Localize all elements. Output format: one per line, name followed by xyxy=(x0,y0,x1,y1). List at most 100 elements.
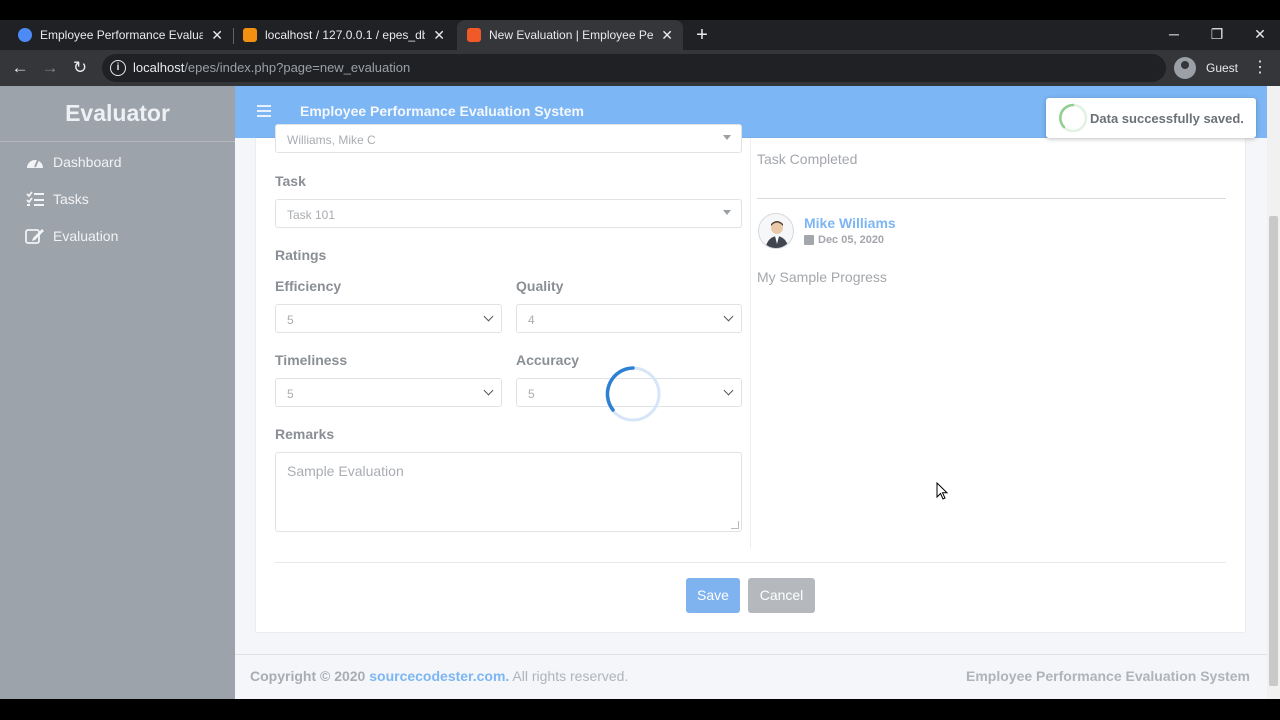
timeliness-value: 5 xyxy=(287,387,294,401)
close-icon[interactable]: ✕ xyxy=(433,27,445,44)
page-scrollbar[interactable] xyxy=(1267,86,1280,699)
tachometer-icon xyxy=(25,152,45,172)
footer-system-name: Employee Performance Evaluation System xyxy=(966,668,1250,684)
edit-icon xyxy=(25,226,45,246)
restore-icon[interactable]: ❐ xyxy=(1197,20,1237,50)
sidebar-item-tasks[interactable]: Tasks xyxy=(25,187,89,211)
browser-window: Employee Performance Evaluation ✕ localh… xyxy=(0,0,1280,720)
toast-message: Data successfully saved. xyxy=(1090,111,1244,126)
page-viewport: Evaluator Dashboard Tasks Evaluation Emp… xyxy=(0,86,1280,699)
back-arrow-icon[interactable]: ← xyxy=(8,56,32,80)
tab-title: Employee Performance Evaluation xyxy=(40,28,204,42)
forward-arrow-icon[interactable]: → xyxy=(38,56,62,80)
progress-text: My Sample Progress xyxy=(757,269,887,285)
column-divider xyxy=(750,138,751,548)
remarks-label: Remarks xyxy=(275,426,335,442)
copyright-text: Copyright © 2020 xyxy=(250,668,366,684)
task-select[interactable]: Task 101 xyxy=(275,199,742,228)
tab-title: New Evaluation | Employee Performance xyxy=(489,28,654,42)
caret-down-icon xyxy=(723,210,731,215)
chevron-down-icon xyxy=(723,385,734,396)
top-black-bar xyxy=(0,0,1280,20)
phpmyadmin-icon xyxy=(243,28,257,42)
timeliness-select[interactable]: 5 xyxy=(275,378,502,407)
task-label: Task xyxy=(275,173,306,189)
info-icon[interactable]: i xyxy=(110,60,126,76)
rights-text: All rights reserved. xyxy=(512,668,629,684)
footer-copyright: Copyright © 2020 sourcecodester.com. All… xyxy=(250,668,628,684)
minimize-icon[interactable]: ─ xyxy=(1154,20,1194,50)
success-toast[interactable]: Data successfully saved. xyxy=(1046,98,1256,138)
browser-toolbar: ← → ↻ i localhost/epes/index.php?page=ne… xyxy=(0,50,1280,86)
avatar-icon xyxy=(1174,57,1196,79)
system-title: Employee Performance Evaluation System xyxy=(300,103,584,119)
sourcecodester-link[interactable]: sourcecodester.com. xyxy=(369,668,509,684)
sidebar-item-dashboard[interactable]: Dashboard xyxy=(25,150,122,174)
quality-select[interactable]: 4 xyxy=(516,304,742,333)
task-status-text: Task Completed xyxy=(757,151,858,167)
close-window-icon[interactable]: ✕ xyxy=(1240,20,1280,50)
user-avatar xyxy=(758,213,794,249)
loading-ring-icon xyxy=(1058,103,1088,133)
remarks-textarea[interactable]: Sample Evaluation xyxy=(275,452,742,532)
remarks-value: Sample Evaluation xyxy=(287,463,404,479)
chevron-down-icon xyxy=(723,311,734,322)
sidebar-item-label: Dashboard xyxy=(53,154,122,170)
chevron-down-icon xyxy=(483,385,494,396)
tab-strip: Employee Performance Evaluation ✕ localh… xyxy=(0,20,1280,50)
xampp-icon xyxy=(467,28,481,42)
tab-title: localhost / 127.0.0.1 / epes_db | phpMyA… xyxy=(265,28,426,42)
page-footer: Copyright © 2020 sourcecodester.com. All… xyxy=(235,654,1280,699)
evaluation-card: Williams, Mike C Task Task 101 Ratings E… xyxy=(256,124,1245,632)
loading-spinner-icon xyxy=(605,366,661,422)
efficiency-value: 5 xyxy=(287,313,294,327)
calendar-icon xyxy=(804,235,814,245)
sidebar-item-label: Tasks xyxy=(53,191,89,207)
chevron-down-icon xyxy=(483,311,494,322)
profile-button[interactable]: Guest xyxy=(1174,56,1238,80)
employee-value: Williams, Mike C xyxy=(287,133,376,147)
url-host: localhost xyxy=(133,60,185,75)
bottom-black-bar xyxy=(0,699,1280,720)
url-text: localhost/epes/index.php?page=new_evalua… xyxy=(133,60,410,75)
brand-title[interactable]: Evaluator xyxy=(0,86,235,142)
progress-user-name[interactable]: Mike Williams xyxy=(804,215,896,231)
hamburger-menu-icon[interactable] xyxy=(257,105,271,117)
sidebar-item-evaluation[interactable]: Evaluation xyxy=(25,224,118,248)
employee-select[interactable]: Williams, Mike C xyxy=(275,124,742,153)
menu-dots-icon[interactable]: ⋮ xyxy=(1252,56,1268,80)
cancel-button[interactable]: Cancel xyxy=(748,578,815,613)
accuracy-value: 5 xyxy=(528,387,535,401)
progress-date-text: Dec 05, 2020 xyxy=(818,234,885,246)
accuracy-label: Accuracy xyxy=(516,352,580,368)
profile-name: Guest xyxy=(1206,61,1239,75)
tab-new-evaluation[interactable]: New Evaluation | Employee Performance ✕ xyxy=(457,20,683,50)
caret-down-icon xyxy=(723,135,731,140)
tasks-icon xyxy=(25,189,45,209)
card-footer-divider xyxy=(275,562,1226,563)
close-icon[interactable]: ✕ xyxy=(661,27,673,44)
address-bar[interactable]: i localhost/epes/index.php?page=new_eval… xyxy=(102,54,1166,82)
sidebar-item-label: Evaluation xyxy=(53,228,119,244)
quality-label: Quality xyxy=(516,278,564,294)
sidebar: Evaluator Dashboard Tasks Evaluation xyxy=(0,86,235,699)
task-value: Task 101 xyxy=(287,208,336,222)
close-icon[interactable]: ✕ xyxy=(211,27,223,44)
progress-date: Dec 05, 2020 xyxy=(804,234,884,246)
reload-icon[interactable]: ↻ xyxy=(68,56,92,80)
scrollbar-thumb[interactable] xyxy=(1269,216,1278,686)
new-tab-button[interactable]: + xyxy=(692,20,712,50)
save-button[interactable]: Save xyxy=(686,578,740,613)
tab-phpmyadmin[interactable]: localhost / 127.0.0.1 / epes_db | phpMyA… xyxy=(233,20,455,50)
mouse-cursor-icon xyxy=(936,481,950,502)
resize-handle-icon[interactable] xyxy=(731,521,739,529)
timeliness-label: Timeliness xyxy=(275,352,348,368)
url-path: /epes/index.php?page=new_evaluation xyxy=(184,60,411,75)
progress-divider xyxy=(757,198,1226,199)
ratings-label: Ratings xyxy=(275,247,327,263)
tab-employee-evaluation[interactable]: Employee Performance Evaluation ✕ xyxy=(8,20,233,50)
quality-value: 4 xyxy=(528,313,535,327)
efficiency-select[interactable]: 5 xyxy=(275,304,502,333)
efficiency-label: Efficiency xyxy=(275,278,342,294)
drupal-icon xyxy=(18,28,32,42)
